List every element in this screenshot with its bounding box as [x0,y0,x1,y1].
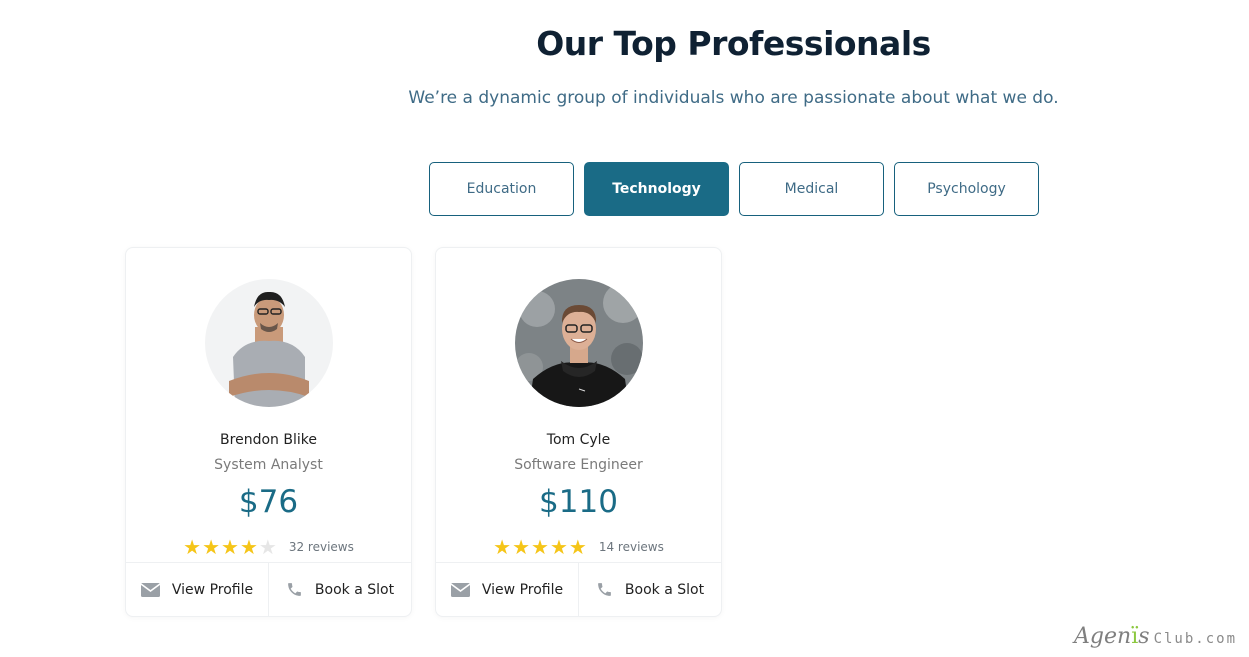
page-subtitle: We’re a dynamic group of individuals who… [408,88,1059,108]
star-rating: ★ ★ ★ ★ ★ [493,537,587,557]
envelope-icon [450,582,470,597]
tab-psychology[interactable]: Psychology [894,162,1039,216]
professional-name: Brendon Blike [220,432,317,448]
star-icon: ★ [202,535,221,559]
professional-role: System Analyst [214,457,323,473]
phone-icon [596,581,613,598]
view-profile-button[interactable]: View Profile [126,563,268,616]
category-tabs: Education Technology Medical Psychology [429,162,1039,216]
avatar [515,279,643,407]
professional-card: Tom Cyle Software Engineer $110 ★ ★ ★ ★ ★ 14… [435,247,722,617]
star-rating: ★ ★ ★ ★ ★ [183,537,277,557]
star-icon: ★ [183,535,202,559]
professional-name: Tom Cyle [546,432,611,448]
envelope-icon [140,582,160,597]
watermark-logo: Agen ï s Club.com [1074,624,1237,649]
star-icon: ★ [568,535,587,559]
book-slot-label: Book a Slot [624,581,705,598]
tab-technology[interactable]: Technology [584,162,729,216]
book-slot-button[interactable]: Book a Slot [578,563,721,616]
star-icon: ★ [239,535,258,559]
review-count: 14 reviews [598,540,664,554]
book-slot-button[interactable]: Book a Slot [268,563,411,616]
star-icon: ★ [221,535,239,559]
tab-medical[interactable]: Medical [739,162,884,216]
professional-role: Software Engineer [514,457,643,473]
view-profile-label: View Profile [171,581,254,598]
star-icon: ★ [549,535,568,559]
star-icon: ★ [531,535,549,559]
price: $110 [539,484,618,520]
star-icon: ★ [258,535,277,559]
avatar [205,279,333,407]
card-actions: View Profile Book a Slot [126,562,411,616]
page-title: Our Top Professionals [536,24,931,63]
rating: ★ ★ ★ ★ ★ 14 reviews [436,537,721,557]
view-profile-button[interactable]: View Profile [436,563,578,616]
review-count: 32 reviews [288,540,354,554]
view-profile-label: View Profile [481,581,564,598]
professional-card: Brendon Blike System Analyst $76 ★ ★ ★ ★ ★ 3… [125,247,412,617]
rating: ★ ★ ★ ★ ★ 32 reviews [126,537,411,557]
phone-icon [286,581,303,598]
price: $76 [238,484,299,520]
book-slot-label: Book a Slot [314,581,395,598]
card-actions: View Profile Book a Slot [436,562,721,616]
tab-education[interactable]: Education [429,162,574,216]
star-icon: ★ [493,535,512,559]
star-icon: ★ [512,535,531,559]
